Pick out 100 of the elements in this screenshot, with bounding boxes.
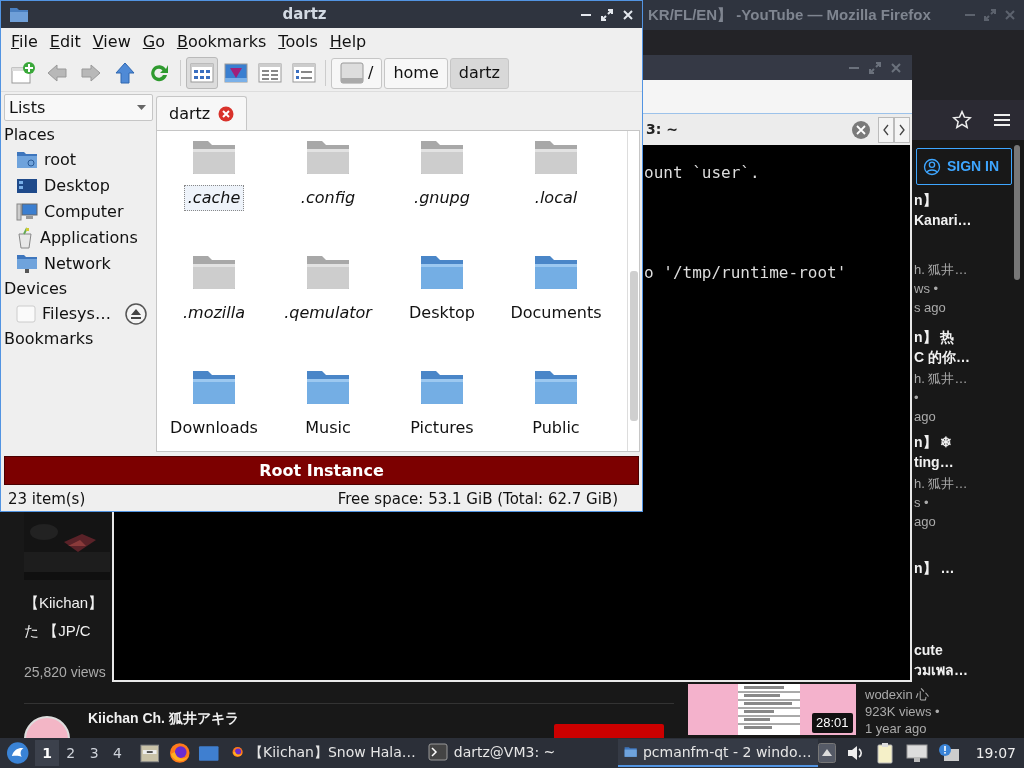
icons-view-button[interactable]	[186, 57, 218, 89]
video-title[interactable]: Kanari…	[914, 210, 1022, 230]
file-name[interactable]: .cache	[183, 185, 245, 211]
caret-icon	[137, 105, 146, 110]
computer-icon	[16, 202, 38, 222]
notification-icon[interactable]	[937, 743, 960, 763]
window-icon[interactable]	[198, 743, 220, 763]
video-title[interactable]: C 的你…	[914, 347, 1022, 367]
file-cabinet-icon[interactable]	[139, 742, 161, 764]
person-icon	[923, 157, 941, 176]
file-name[interactable]: Desktop	[405, 300, 479, 326]
menu-item[interactable]: Help	[323, 29, 373, 54]
menu-item[interactable]: View	[86, 29, 137, 54]
taskbar-button[interactable]: dartz@VM3: ~	[421, 739, 616, 767]
path-button[interactable]: home	[384, 57, 448, 89]
workspace-button[interactable]: 1	[35, 740, 59, 766]
video-title[interactable]: cute	[914, 640, 1022, 660]
sidebar-item[interactable]: Filesys…	[42, 302, 111, 326]
tab[interactable]: dartz	[156, 96, 248, 130]
sidebar-item[interactable]: Computer	[44, 200, 124, 224]
tab-label[interactable]: dartz	[169, 101, 211, 126]
file-name[interactable]: Downloads	[166, 415, 262, 441]
video-meta: h. 狐井…	[914, 261, 969, 279]
list-dropdown[interactable]: Lists	[4, 94, 153, 121]
video-title[interactable]: n】 热	[914, 327, 1022, 347]
video-meta: 923K views •	[865, 703, 940, 720]
menu-item[interactable]: Go	[136, 29, 171, 54]
window-title: dartz	[281, 4, 328, 26]
menu-item[interactable]: Bookmarks	[170, 29, 273, 54]
workspace-button[interactable]: 3	[82, 740, 106, 766]
scroll-right-button[interactable]	[894, 116, 910, 143]
menu-item[interactable]: Tools	[272, 29, 324, 54]
file-name[interactable]: .mozilla	[179, 300, 249, 326]
file-name[interactable]: .gnupg	[410, 185, 474, 211]
list-icon	[258, 62, 282, 84]
drive-icon	[340, 62, 364, 84]
chevron-left-icon	[881, 122, 891, 137]
star-icon[interactable]	[952, 110, 972, 130]
workspace-button[interactable]: 2	[58, 740, 83, 766]
desktop-icon	[16, 177, 38, 195]
chevron-right-icon	[897, 122, 907, 137]
list-icon	[292, 62, 316, 84]
file-name[interactable]: Music	[301, 415, 355, 441]
terminal-line: ount `user`.	[644, 162, 761, 184]
video-title[interactable]: ting…	[914, 452, 1022, 472]
sidebar-item[interactable]: Applications	[40, 226, 138, 250]
view-count: 25,820 views	[24, 663, 106, 682]
sign-in-button[interactable]: SIGN IN	[916, 148, 1012, 185]
taskbar-button[interactable]: 【Kiichan】Snow Hala…	[225, 739, 422, 767]
path-button[interactable]: dartz	[449, 57, 509, 89]
tab-title[interactable]: 3: ~	[646, 119, 678, 140]
clipboard-icon[interactable]	[875, 742, 896, 764]
scroll-left-button[interactable]	[878, 116, 894, 143]
terminal-icon	[427, 743, 448, 761]
eject-icon[interactable]	[125, 303, 147, 325]
up-arrow-button[interactable]	[817, 743, 836, 763]
sidebar-item[interactable]: Network	[44, 252, 111, 276]
item-count: 23 item(s)	[8, 488, 86, 510]
video-title[interactable]: た 【JP/C	[24, 620, 91, 643]
video-meta: s •	[914, 494, 930, 512]
dropdown-label: Lists	[9, 96, 46, 119]
menu-item[interactable]: File	[5, 29, 44, 54]
start-icon[interactable]	[6, 741, 30, 765]
drive-icon	[16, 305, 36, 323]
clock[interactable]: 19:07	[975, 742, 1016, 764]
firefox-icon[interactable]	[168, 742, 191, 764]
video-title[interactable]: n】	[914, 190, 1022, 210]
menu-icon[interactable]	[994, 113, 1010, 127]
picture-icon	[224, 62, 248, 84]
file-name[interactable]: Public	[528, 415, 584, 441]
close-tab-icon[interactable]	[218, 105, 235, 122]
scrollbar[interactable]	[627, 131, 639, 451]
terminal-line: o '/tmp/runtime-root'	[644, 262, 848, 284]
file-name[interactable]: .local	[530, 185, 582, 211]
file-name[interactable]: Pictures	[406, 415, 478, 441]
folder-icon	[9, 6, 29, 23]
video-title[interactable]: n】 …	[914, 558, 1022, 578]
bin-icon	[16, 227, 34, 249]
window-title: KR/FL/EN】 -YouTube — Mozilla Firefox	[648, 4, 931, 25]
video-title[interactable]: n】 ❄	[914, 432, 1022, 452]
menu-item[interactable]: Edit	[43, 29, 87, 54]
workspace-button[interactable]: 4	[105, 740, 130, 766]
video-meta: s ago	[914, 299, 947, 317]
channel-name[interactable]: Kiichan Ch. 狐井アキラ	[88, 708, 239, 729]
section-header: Bookmarks	[4, 328, 95, 350]
video-title[interactable]: 【Kiichan】	[24, 592, 104, 615]
scrollbar[interactable]	[1014, 145, 1020, 280]
sidebar-item[interactable]: root	[44, 148, 77, 172]
file-name[interactable]: Documents	[506, 300, 606, 326]
video-meta: ws •	[914, 280, 940, 298]
channel-name[interactable]: wodexin 心	[865, 686, 930, 703]
file-name[interactable]: .config	[296, 185, 360, 211]
up-icon	[115, 62, 135, 84]
file-name[interactable]: .qemulator	[280, 300, 376, 326]
path-button[interactable]: /	[331, 57, 383, 89]
network-folder-icon	[16, 254, 38, 274]
taskbar-button[interactable]: pcmanfm-qt - 2 windo…	[617, 739, 818, 767]
network-icon[interactable]	[905, 743, 928, 763]
video-title[interactable]: วมเพล…	[914, 660, 1022, 680]
sidebar-item[interactable]: Desktop	[44, 174, 110, 198]
